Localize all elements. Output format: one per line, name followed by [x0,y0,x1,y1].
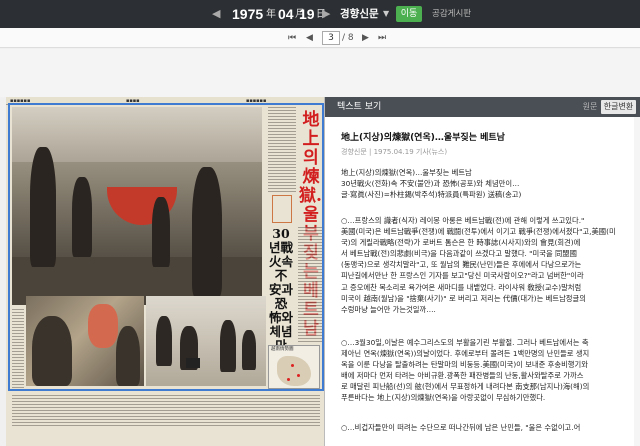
chevron-down-icon[interactable]: ▼ [383,8,389,20]
article-line: ○…프랑스의 識者(식자) 레이몽 아롱은 베트남戰(전)에 관해 이렇게 쓰고… [341,216,585,225]
date-navigation-bar: ◀ 1975 年 04 月 19 日 ▶ 경향신문 ▼ 이동 공감게시판 [0,0,640,28]
page-navigation-bar: ⏮ ◀ 3 / 8 ▶ ⏭ [0,28,640,48]
article-paragraph-3: ○…비겁자들만이 떠려는 수단으로 떠나간뒤에 남은 난민들, "울은 수없이고… [341,422,637,433]
first-page-icon[interactable]: ⏮ [288,31,296,45]
article-line: ○…비겁자들만이 떠려는 수단으로 떠나간뒤에 남은 난민들, "울은 수없이고… [341,423,581,432]
article-line: 푸른바다는 地上(지상)의煉獄(연옥)을 아랑곳없이 무심하기만했다. [341,393,546,403]
text-panel-scrollbar[interactable] [634,117,640,446]
article-paragraph-2: ○…3월30일,이날은 예수그리스도의 부활을기린 부활절. 그러나 베트남에서… [341,337,637,404]
article-line: 옥을 이룬 다낭을 탈출하려는 탄말마의 비둥등.美國(미국)이 보내준 후송비… [341,360,588,370]
article-line: 美國(미국)은 베트남戰爭(전쟁)에 戰鬪(전투)에서 이기고 戰爭(전쟁)에서… [341,227,616,237]
prev-page-icon[interactable]: ◀ [306,31,313,45]
last-page-icon[interactable]: ⏭ [378,31,386,45]
prev-year-arrow-icon[interactable]: ◀ [212,5,220,23]
toolbar-spacer [0,49,640,97]
text-view-header: 텍스트 보기 원문 한글변환 [325,97,640,117]
year-value[interactable]: 1975 [232,4,263,24]
article-line: 地上(지상)의煉獄(연옥)…울부짖는 베트남 [341,168,472,177]
article-selection-box[interactable] [8,103,324,391]
article-paragraph-1: ○…프랑스의 識者(식자) 레이몽 아롱은 베트남戰(전)에 관해 이렇게 쓰고… [341,215,637,315]
year-unit: 年 [266,9,276,20]
article-line: 로 매달린 피난船(선)의 舷(현)에서 무표정하게 내려다본 南支那(남지나)… [341,382,590,392]
article-line: 글·寫眞(사진)=朴柱錫(박주석)特派員(특파원) 送稿(송고) [341,190,522,200]
article-line: 30년戰火(전화)속 不安(불안)과 恐怖(공포)와 체념만이… [341,179,520,189]
next-page-icon[interactable]: ▶ [362,31,369,45]
go-button[interactable]: 이동 [396,6,422,22]
article-title: 地上(지상)의煉獄(연옥)…울부짖는 베트남 [341,133,505,143]
page-total: / 8 [342,33,354,43]
text-view-panel: 텍스트 보기 원문 한글변환 地上(지상)의煉獄(연옥)…울부짖는 베트남 경향… [324,97,640,446]
article-line: 국)의 게릴라戰略(전략)가 로버트 톰슨은 한 時事誌(시사지)와의 會見(회… [341,238,581,248]
day-value[interactable]: 19 [299,4,315,24]
article-line: 배에 저마다 먼저 타려는 아비규환.광폭한 패잔병들의 난동,활사와탈주로 가… [341,371,584,381]
article-intro: 地上(지상)의煉獄(연옥)…울부짖는 베트남 30년戰火(전화)속 不安(불안)… [341,167,637,200]
newspaper-select[interactable]: 경향신문 [340,7,379,21]
newspaper-text-column [12,395,320,427]
article-line: 서 베트남戰(전)의悲劇(비극)을 다음과같이 쓰겠다고 말했다. "미국을 同… [341,249,577,259]
next-day-arrow-icon[interactable]: ▶ [322,5,330,23]
article-line: 제아닌 연옥(煉獄(연옥))의날이었다. 후에로부터 몰려든 1백만명의 난민들… [341,349,590,359]
article-meta: 경향신문 | 1975.04.19 기사(뉴스) [341,148,448,156]
article-line: 고 증오에찬 목소리로 욕가여온 새마디를 내뱉었다. 라이샤워 敎授(교수)말… [341,282,582,292]
page-number-input[interactable]: 3 [322,31,340,45]
korean-convert-tab[interactable]: 한글변환 [601,100,636,114]
newspaper-page-image[interactable]: ▪▪▪▪▪▪ ▪▪▪▪ ▪▪▪▪▪▪ 地上의煉獄…울부짖는베트남 30년戰火속不… [6,97,324,446]
text-view-title: 텍스트 보기 [337,102,382,112]
notice-board-link[interactable]: 공감게시판 [432,8,471,20]
article-line: 피난길에서만난 한 프랑스인 기자를 보고"당신 미국사람이오?"라고 넘버한"… [341,271,584,281]
article-line: ○…3월30일,이날은 예수그리스도의 부활을기린 부활절. 그러나 베트남에서… [341,338,589,347]
original-text-tab[interactable]: 원문 [581,101,599,113]
article-line: 미국이 越南(월남)을 "捨棄(사기)" 로 버리고 저리는 代價(대가)는 베… [341,293,586,303]
article-line: 수렁마냥 늘어만 가는것일까…. [341,304,436,314]
article-line: (동맹국)으로 생각치말라"고, 또 월남의 難民(난민)들은 후에에서 다낭으… [341,260,582,270]
month-value[interactable]: 04 [278,4,294,24]
